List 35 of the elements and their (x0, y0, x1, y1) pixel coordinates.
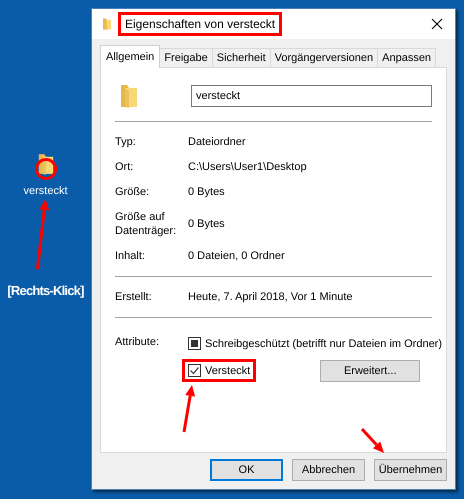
property-label: Erstellt: (115, 290, 153, 304)
property-value: Dateiordner (188, 135, 246, 149)
property-label: Typ: (115, 135, 137, 149)
folder-icon (36, 152, 54, 176)
property-value: C:\Users\User1\Desktop (188, 160, 308, 174)
checkbox-label[interactable]: Schreibgeschützt (betrifft nur Dateien im Ordner) (205, 338, 442, 350)
window-title: Eigenschaften von versteckt (118, 12, 282, 36)
property-value: 0 Bytes (188, 185, 226, 199)
annotation-arrow (182, 385, 196, 432)
advanced-button[interactable]: Erweitert... (320, 360, 420, 382)
name-field[interactable]: versteckt (191, 85, 432, 107)
annotation-label: [Rechts-Klick] (7, 283, 84, 298)
checkbox-label[interactable]: Versteckt (205, 364, 250, 376)
highlight-circle (34, 158, 56, 180)
close-icon[interactable] (431, 18, 443, 30)
property-value: 0 Dateien, 0 Ordner (188, 249, 286, 263)
checkbox[interactable] (188, 337, 201, 350)
annotation-arrow (36, 199, 50, 270)
icon-label[interactable]: versteckt (23, 185, 68, 197)
property-label: Inhalt: (115, 249, 146, 263)
dialog-button[interactable]: Abbrechen (292, 459, 365, 481)
checkbox[interactable] (188, 364, 201, 377)
property-label: Größe auf Datenträger: (115, 210, 178, 238)
property-label: Größe: (115, 185, 150, 199)
property-label: Attribute: (115, 335, 160, 350)
property-value: Heute, 7. April 2018, Vor 1 Minute (188, 290, 354, 304)
dialog-button[interactable]: OK (210, 459, 283, 481)
tab[interactable]: Anpassen (377, 48, 436, 67)
property-value: 0 Bytes (188, 217, 226, 231)
tab[interactable]: Allgemein (100, 45, 160, 68)
annotation-arrow (360, 428, 384, 453)
folder-icon (119, 82, 139, 110)
property-label: Ort: (115, 160, 134, 174)
folder-icon (102, 17, 112, 31)
dialog-button[interactable]: Übernehmen (374, 459, 447, 481)
